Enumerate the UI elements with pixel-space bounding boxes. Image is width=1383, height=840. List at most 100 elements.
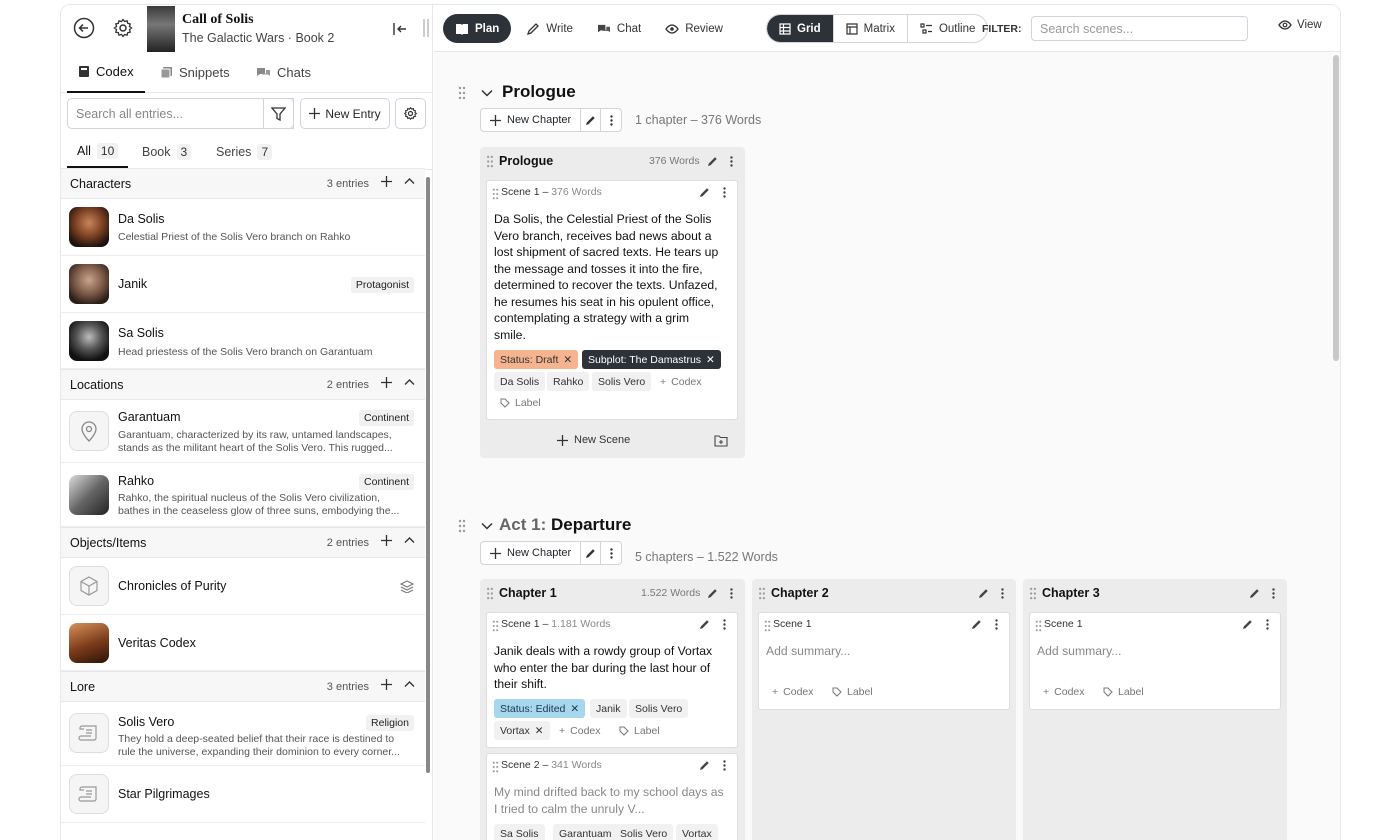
view-menu-button[interactable]: View — [1278, 19, 1322, 31]
subtab-all[interactable]: All 10 — [67, 135, 129, 168]
add-label-button[interactable]: Label — [1097, 682, 1150, 701]
more-menu-icon[interactable] — [730, 156, 733, 167]
scene-summary[interactable]: Da Solis, the Celestial Priest of the So… — [494, 211, 724, 343]
plus-icon[interactable] — [381, 377, 392, 388]
chevron-up-icon[interactable] — [404, 378, 415, 386]
drag-handle-icon[interactable] — [1035, 620, 1042, 632]
view-outline-button[interactable]: Outline — [908, 15, 987, 42]
remove-x-icon[interactable]: ✕ — [570, 703, 579, 715]
mode-review-button[interactable]: Review — [653, 14, 735, 43]
more-menu-icon[interactable] — [1001, 588, 1004, 599]
status-chip[interactable]: Status: Draft ✕ — [494, 350, 579, 369]
add-codex-button[interactable]: + Codex — [1037, 682, 1091, 701]
drag-handle-icon[interactable] — [764, 620, 771, 632]
new-chapter-button[interactable]: New Chapter — [481, 109, 582, 131]
tab-codex[interactable]: Codex — [67, 52, 145, 93]
scene-card[interactable]: Scene 2 – 341 Words My mind drifted back… — [486, 753, 738, 840]
codex-chip[interactable]: Janik — [590, 699, 627, 718]
new-chapter-button[interactable]: New Chapter — [481, 542, 582, 564]
chevron-up-icon[interactable] — [404, 536, 415, 544]
section-locations[interactable]: Locations 2 entries — [61, 369, 425, 400]
drag-handle-icon[interactable] — [486, 587, 494, 600]
edit-act-pencil-icon[interactable] — [581, 542, 602, 564]
section-objects[interactable]: Objects/Items 2 entries — [61, 527, 425, 558]
more-menu-icon[interactable] — [723, 760, 726, 771]
remove-x-icon[interactable]: ✕ — [706, 354, 715, 366]
codex-chip[interactable]: Garantuam — [553, 824, 618, 840]
new-scene-button[interactable]: New Scene — [557, 434, 630, 446]
drag-handle-icon[interactable] — [492, 188, 499, 200]
back-icon[interactable] — [72, 16, 96, 40]
pencil-icon[interactable] — [1249, 588, 1260, 599]
add-label-button[interactable]: Label — [494, 393, 547, 412]
resize-handle[interactable] — [423, 19, 429, 37]
scene-summary-placeholder[interactable]: Add summary... — [766, 643, 996, 660]
plus-icon[interactable] — [381, 176, 392, 187]
mode-plan-button[interactable]: Plan — [443, 14, 512, 43]
remove-x-icon[interactable]: ✕ — [563, 354, 572, 366]
edit-act-pencil-icon[interactable] — [581, 109, 602, 131]
scene-search-input[interactable]: Search scenes... — [1031, 16, 1248, 41]
codex-chip[interactable]: Solis Vero — [629, 699, 689, 718]
chevron-up-icon[interactable] — [404, 680, 415, 688]
add-codex-button[interactable]: + Codex — [766, 682, 820, 701]
add-codex-button[interactable]: + Codex — [654, 372, 708, 391]
view-matrix-button[interactable]: Matrix — [834, 15, 908, 42]
codex-chip[interactable]: Sa Solis — [494, 824, 545, 840]
codex-settings-gear-icon[interactable] — [395, 98, 426, 129]
folder-add-icon[interactable] — [714, 435, 728, 447]
more-menu-icon[interactable] — [1266, 619, 1269, 630]
scene-summary[interactable]: My mind drifted back to my school days a… — [494, 784, 724, 817]
add-label-button[interactable]: Label — [826, 682, 879, 701]
pencil-icon[interactable] — [707, 588, 718, 599]
scene-summary[interactable]: Janik deals with a rowdy group of Vortax… — [494, 643, 724, 693]
scene-card[interactable]: Scene 1 Add summary... + Codex Label — [758, 612, 1010, 710]
drag-handle-icon[interactable] — [492, 620, 499, 632]
drag-handle-icon[interactable] — [1029, 587, 1037, 600]
scene-card[interactable]: Scene 1 Add summary... + Codex Label — [1029, 612, 1281, 710]
status-chip[interactable]: Status: Edited ✕ — [494, 699, 586, 718]
pencil-icon[interactable] — [971, 619, 982, 630]
scene-card[interactable]: Scene 1 – 1.181 Words Janik deals with a… — [486, 612, 738, 748]
add-label-button[interactable]: Label — [613, 721, 666, 740]
more-menu-icon[interactable] — [723, 187, 726, 198]
drag-handle-icon[interactable] — [458, 519, 466, 533]
codex-chip[interactable]: Solis Vero — [614, 824, 674, 840]
view-grid-button[interactable]: Grid — [767, 15, 834, 42]
chevron-down-icon[interactable] — [481, 522, 493, 530]
new-entry-button[interactable]: New Entry — [300, 98, 390, 129]
codex-entry[interactable]: Chronicles of Purity — [61, 558, 425, 615]
codex-search-input[interactable]: Search all entries... — [67, 98, 294, 129]
drag-handle-icon[interactable] — [458, 86, 466, 100]
codex-entry[interactable]: Janik Protagonist — [61, 256, 425, 313]
remove-x-icon[interactable]: ✕ — [535, 725, 544, 737]
drag-handle-icon[interactable] — [486, 155, 494, 168]
pencil-icon[interactable] — [699, 619, 710, 630]
sidebar-scrollbar[interactable] — [426, 177, 430, 773]
act-more-menu-icon[interactable] — [601, 542, 621, 564]
mode-write-button[interactable]: Write — [515, 14, 585, 43]
codex-entry[interactable]: Garantuam Continent Garantuam, character… — [61, 400, 425, 463]
codex-entry[interactable]: Rahko Continent Rahko, the spiritual nuc… — [61, 463, 425, 527]
codex-entry[interactable]: Sa Solis Head priestess of the Solis Ver… — [61, 313, 425, 369]
codex-entry[interactable]: Solis Vero Religion They hold a deep-sea… — [61, 702, 425, 766]
codex-chip[interactable]: Da Solis — [494, 372, 546, 391]
section-lore[interactable]: Lore 3 entries — [61, 671, 425, 702]
more-menu-icon[interactable] — [995, 619, 998, 630]
codex-chip[interactable]: Rahko — [547, 372, 590, 391]
subtab-book[interactable]: Book 3 — [142, 135, 192, 168]
codex-chip[interactable]: Vortax — [676, 824, 718, 840]
pencil-icon[interactable] — [707, 156, 718, 167]
chevron-up-icon[interactable] — [404, 177, 415, 185]
pencil-icon[interactable] — [699, 760, 710, 771]
tab-snippets[interactable]: Snippets — [160, 52, 230, 93]
plus-icon[interactable] — [381, 535, 392, 546]
codex-entry[interactable]: Da Solis Celestial Priest of the Solis V… — [61, 199, 425, 256]
add-codex-button[interactable]: + Codex — [553, 721, 607, 740]
drag-handle-icon[interactable] — [758, 587, 766, 600]
collapse-sidebar-icon[interactable] — [391, 20, 409, 38]
chevron-down-icon[interactable] — [481, 89, 493, 97]
codex-entry[interactable]: Veritas Codex — [61, 615, 425, 671]
filter-icon[interactable] — [263, 98, 294, 129]
settings-gear-icon[interactable] — [111, 16, 135, 40]
